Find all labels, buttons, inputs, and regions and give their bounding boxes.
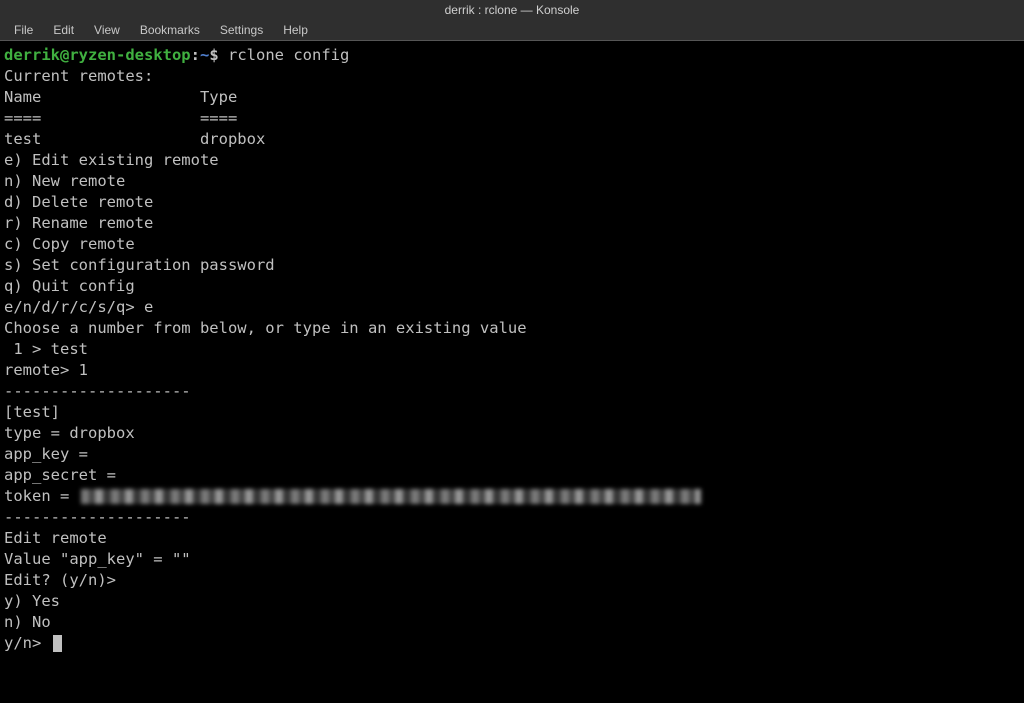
- prompt-marker: $: [209, 46, 228, 64]
- out-line: app_secret =: [4, 465, 1020, 486]
- input-prompt: y/n>: [4, 634, 51, 652]
- prompt-user-host: derrik@ryzen-desktop: [4, 46, 191, 64]
- out-line: d) Delete remote: [4, 192, 1020, 213]
- menubar: File Edit View Bookmarks Settings Help: [0, 20, 1024, 41]
- menu-view[interactable]: View: [84, 23, 130, 37]
- out-line: token =: [4, 486, 1020, 507]
- out-line: Value "app_key" = "": [4, 549, 1020, 570]
- window-titlebar: derrik : rclone — Konsole: [0, 0, 1024, 20]
- out-line: y/n>: [4, 633, 1020, 654]
- out-line: test dropbox: [4, 129, 1020, 150]
- out-line: 1 > test: [4, 339, 1020, 360]
- out-line: y) Yes: [4, 591, 1020, 612]
- typed-command: rclone config: [228, 46, 349, 64]
- out-line: [test]: [4, 402, 1020, 423]
- token-redacted: [81, 489, 701, 504]
- out-line: c) Copy remote: [4, 234, 1020, 255]
- prompt-path: ~: [200, 46, 209, 64]
- out-line: Choose a number from below, or type in a…: [4, 318, 1020, 339]
- terminal-cursor[interactable]: [53, 635, 62, 652]
- out-line: Current remotes:: [4, 66, 1020, 87]
- out-line: app_key =: [4, 444, 1020, 465]
- token-label: token =: [4, 487, 79, 505]
- out-line: Edit? (y/n)>: [4, 570, 1020, 591]
- out-line: s) Set configuration password: [4, 255, 1020, 276]
- out-line: --------------------: [4, 381, 1020, 402]
- out-line: --------------------: [4, 507, 1020, 528]
- prompt-colon: :: [191, 46, 200, 64]
- menu-help[interactable]: Help: [273, 23, 318, 37]
- out-line: remote> 1: [4, 360, 1020, 381]
- menu-file[interactable]: File: [4, 23, 43, 37]
- out-line: n) No: [4, 612, 1020, 633]
- menu-edit[interactable]: Edit: [43, 23, 84, 37]
- out-line: e) Edit existing remote: [4, 150, 1020, 171]
- out-line: n) New remote: [4, 171, 1020, 192]
- terminal-output[interactable]: derrik@ryzen-desktop:~$ rclone config Cu…: [0, 41, 1024, 658]
- out-line: q) Quit config: [4, 276, 1020, 297]
- out-line: r) Rename remote: [4, 213, 1020, 234]
- window-title: derrik : rclone — Konsole: [445, 3, 580, 17]
- out-line: ==== ====: [4, 108, 1020, 129]
- menu-bookmarks[interactable]: Bookmarks: [130, 23, 210, 37]
- out-line: e/n/d/r/c/s/q> e: [4, 297, 1020, 318]
- out-line: Name Type: [4, 87, 1020, 108]
- out-line: type = dropbox: [4, 423, 1020, 444]
- out-line: Edit remote: [4, 528, 1020, 549]
- menu-settings[interactable]: Settings: [210, 23, 273, 37]
- prompt-line: derrik@ryzen-desktop:~$ rclone config: [4, 45, 1020, 66]
